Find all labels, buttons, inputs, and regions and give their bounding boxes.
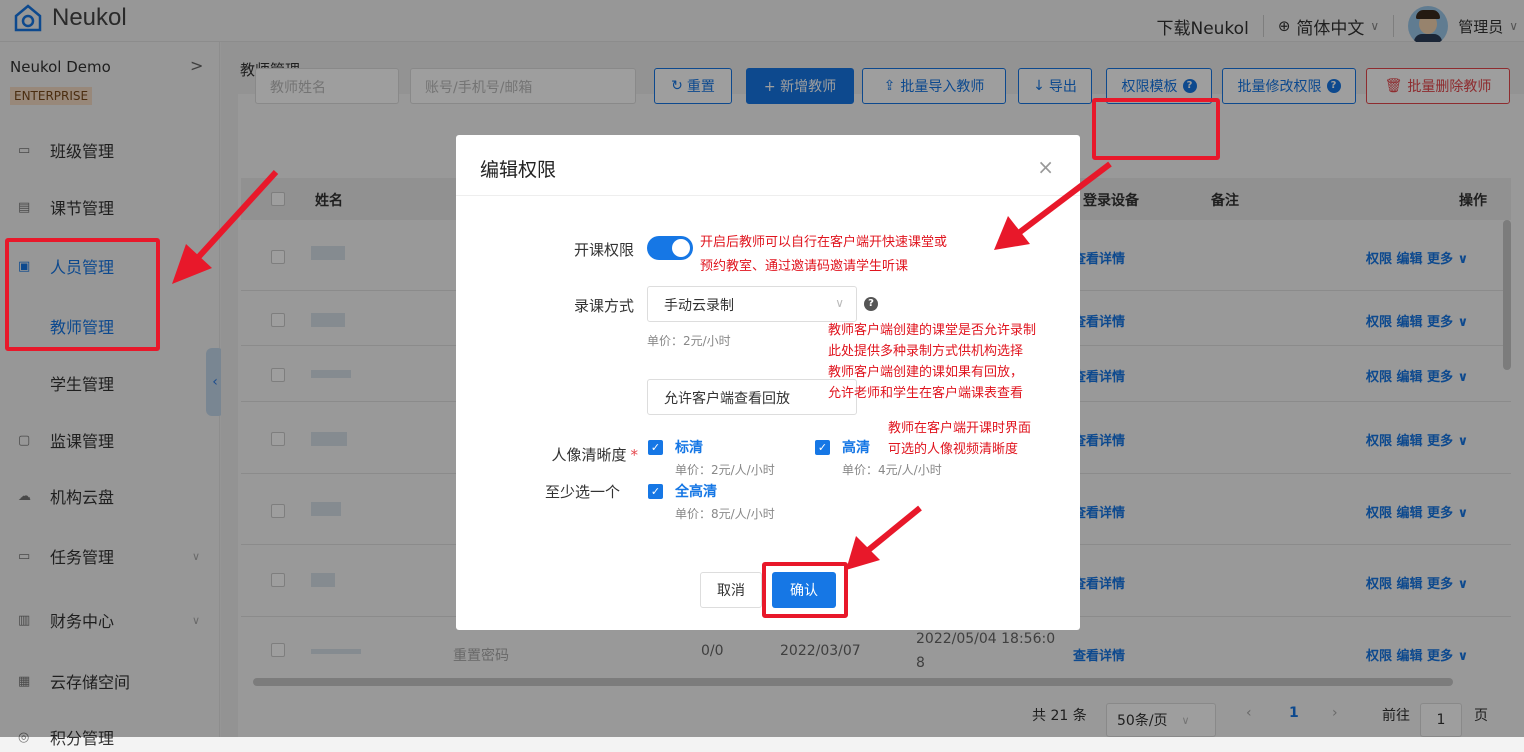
annotation-arrows	[172, 161, 1112, 570]
arrow-to-toggle	[994, 161, 1112, 250]
arrow-to-people-menu	[172, 169, 279, 284]
arrow-to-confirm	[846, 505, 922, 570]
